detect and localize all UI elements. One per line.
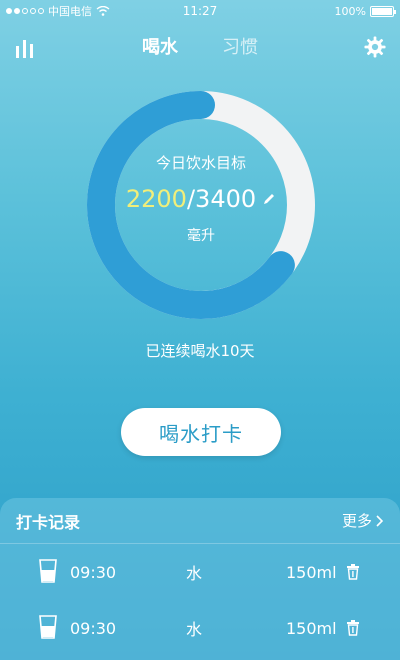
goal-separator: / [186,184,196,213]
battery-icon [370,5,396,17]
goal-values[interactable]: 2200 / 3400 [126,185,276,213]
status-time: 11:27 [182,4,218,18]
status-left: 中国电信 [6,3,156,19]
top-nav: 喝水 习惯 [0,28,400,64]
record-time: 09:30 [70,618,117,638]
chevron-right-icon [376,514,384,527]
trash-icon[interactable] [346,564,360,580]
record-amount: 150ml [286,618,337,638]
battery-percent: 100% [334,4,366,18]
cup-icon [39,615,57,639]
more-label: 更多 [341,512,372,530]
record-type: 水 [186,564,203,583]
record-row: 09:30 水 150ml [0,600,400,656]
target-amount: 3400 [195,184,257,213]
settings-icon[interactable] [364,36,386,58]
wifi-icon [96,6,110,16]
progress-ring: 今日饮水目标 2200 / 3400 毫升 [84,88,318,322]
record-row: 09:30 水 150ml [0,544,400,600]
goal-title: 今日饮水目标 [155,153,246,172]
current-amount: 2200 [125,184,187,213]
records-panel: 打卡记录 更多 09:30 水 150ml 09:30 水 150ml [0,498,400,660]
ring-text: 今日饮水目标 2200 / 3400 毫升 [84,88,318,322]
status-bar: 中国电信 11:27 100% [0,0,400,22]
more-link[interactable]: 更多 [342,510,384,531]
records-header: 打卡记录 更多 [0,498,400,544]
streak-text: 已连续喝水10天 [145,342,255,360]
carrier-label: 中国电信 [48,5,92,18]
tab-drink-water[interactable]: 喝水 [142,33,178,59]
record-time: 09:30 [70,562,117,582]
record-amount: 150ml [286,562,337,582]
cup-icon [39,559,57,583]
signal-icon [6,8,44,14]
records-title: 打卡记录 [16,512,81,532]
trash-icon[interactable] [346,620,360,636]
goal-unit: 毫升 [187,227,215,244]
record-type: 水 [186,620,203,639]
status-right: 100% [244,4,396,18]
checkin-button[interactable]: 喝水打卡 [121,408,281,456]
tab-habits[interactable]: 习惯 [222,33,258,59]
edit-icon[interactable] [262,192,276,206]
